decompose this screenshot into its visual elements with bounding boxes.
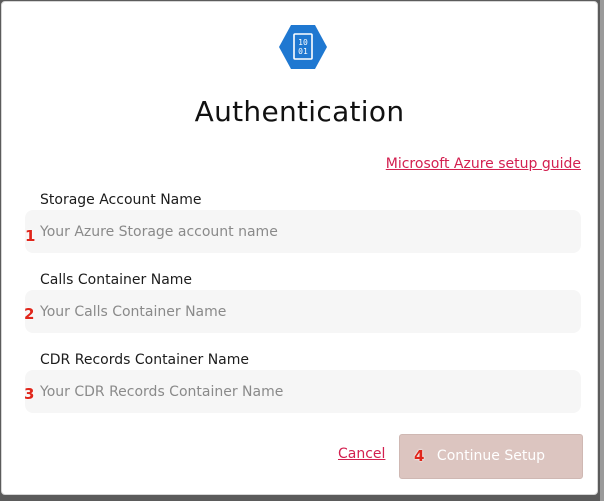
storage-account-name-label: Storage Account Name <box>40 192 202 208</box>
step-badge-1: 1 <box>25 227 36 245</box>
step-badge-3: 3 <box>24 385 35 403</box>
storage-account-name-input[interactable] <box>25 210 581 253</box>
calls-container-name-label: Calls Container Name <box>40 272 193 288</box>
continue-setup-button[interactable]: Continue Setup <box>399 434 583 479</box>
dialog-title: Authentication <box>194 95 405 128</box>
cdr-records-container-name-input[interactable] <box>25 370 581 413</box>
step-badge-4: 4 <box>414 447 425 465</box>
cancel-button[interactable]: Cancel <box>338 446 385 462</box>
calls-container-name-input[interactable] <box>25 290 581 333</box>
logo-binary-top: 10 <box>298 38 308 47</box>
cdr-records-container-name-label: CDR Records Container Name <box>40 352 250 368</box>
step-badge-2: 2 <box>24 305 35 323</box>
azure-storage-blob-icon: 10 01 <box>279 25 327 69</box>
window-edge <box>600 0 604 501</box>
logo-binary-bottom: 01 <box>298 47 308 56</box>
authentication-dialog: 10 01 Authentication Microsoft Azure set… <box>1 1 598 495</box>
azure-setup-guide-link[interactable]: Microsoft Azure setup guide <box>386 156 581 172</box>
